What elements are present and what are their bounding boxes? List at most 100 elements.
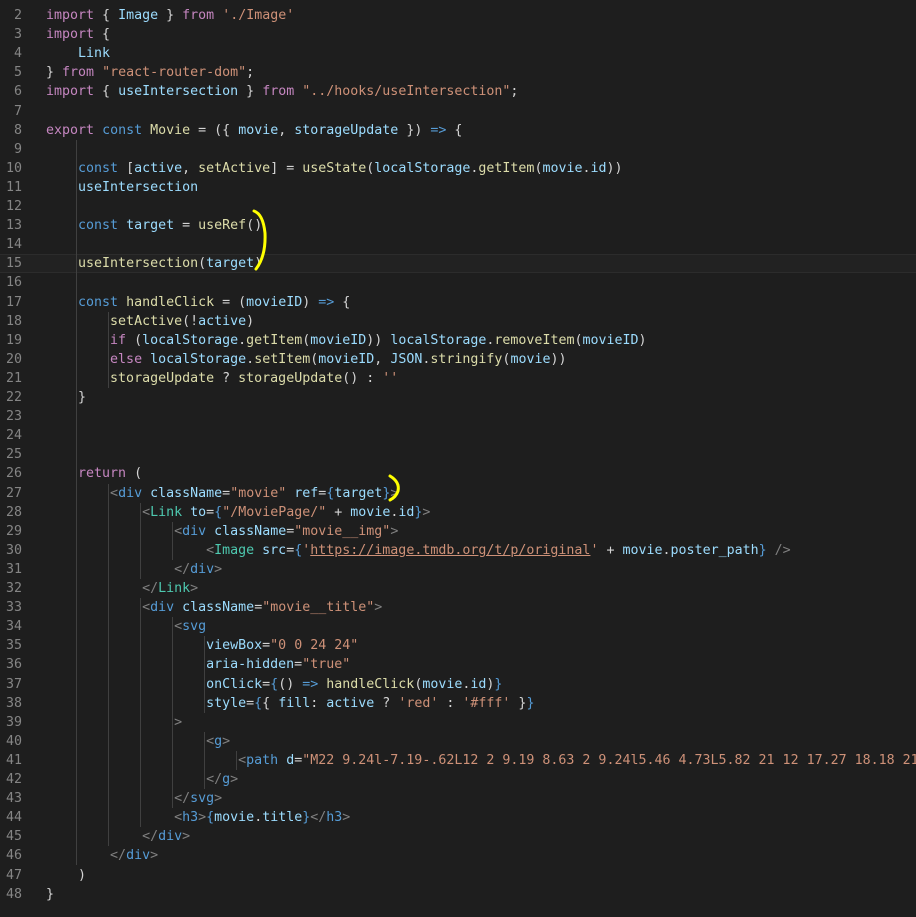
- line-number: 19: [5, 332, 22, 348]
- code-token: movie: [510, 351, 551, 367]
- line-number: 3: [13, 27, 22, 43]
- code-line[interactable]: 8 export const Movie = ({ movie, storageU…: [0, 121, 916, 140]
- code-line[interactable]: 21 storageUpdate ? storageUpdate() : '': [0, 369, 916, 388]
- code-token: ,: [374, 351, 391, 367]
- code-token: (): [278, 676, 303, 692]
- code-text: </div>: [46, 827, 190, 846]
- code-line[interactable]: 4 Link: [0, 44, 916, 63]
- code-line[interactable]: 18 setActive(!active): [0, 312, 916, 331]
- code-line[interactable]: 20 else localStorage.setItem(movieID, JS…: [0, 350, 916, 369]
- indent-guide: [76, 139, 77, 866]
- code-line[interactable]: 47 ): [0, 866, 916, 885]
- code-text: const handleClick = (movieID) => {: [46, 293, 350, 312]
- code-token: 'red': [398, 695, 439, 711]
- code-line[interactable]: 25: [0, 445, 916, 464]
- code-line[interactable]: 11 useIntersection: [0, 178, 916, 197]
- code-token: (!: [182, 313, 199, 329]
- code-line[interactable]: 13 const target = useRef(): [0, 216, 916, 235]
- code-line[interactable]: 41 <path d="M22 9.24l-7.19-.62L12 2 9.19…: [0, 751, 916, 770]
- code-text: const target = useRef(): [46, 216, 262, 235]
- code-line[interactable]: 7: [0, 102, 916, 121]
- code-line[interactable]: 6 import { useIntersection } from "../hoo…: [0, 82, 916, 101]
- code-token: >: [390, 485, 399, 501]
- code-token: from: [62, 65, 95, 81]
- code-token: "react-router-dom": [102, 65, 247, 81]
- code-line[interactable]: 22 }: [0, 388, 916, 407]
- code-line[interactable]: 27 <div className="movie" ref={target}>: [0, 484, 916, 503]
- code-line[interactable]: 35 viewBox="0 0 24 24": [0, 636, 916, 655]
- code-token: />: [774, 542, 791, 558]
- code-token: Image: [214, 542, 255, 558]
- code-line[interactable]: 36 aria-hidden="true": [0, 655, 916, 674]
- code-token: >: [222, 733, 231, 749]
- code-text: viewBox="0 0 24 24": [46, 636, 358, 655]
- code-line[interactable]: 10 const [active, setActive] = useState(…: [0, 159, 916, 178]
- code-token: .: [246, 351, 255, 367]
- code-line[interactable]: 38 style={{ fill: active ? 'red' : '#fff…: [0, 694, 916, 713]
- code-line[interactable]: 3 import {: [0, 25, 916, 44]
- code-token: import: [46, 27, 95, 43]
- line-number: 36: [5, 657, 22, 673]
- line-number: 42: [5, 772, 22, 787]
- code-token: return: [78, 466, 127, 482]
- code-line[interactable]: 2 import { Image } from './Image': [0, 6, 916, 25]
- code-line[interactable]: 26 return (: [0, 464, 916, 483]
- code-line[interactable]: 45 </div>: [0, 827, 916, 846]
- line-number: 6: [13, 84, 22, 100]
- code-line[interactable]: 23: [0, 407, 916, 426]
- code-line[interactable]: 44 <h3>{movie.title}</h3>: [0, 808, 916, 827]
- code-line[interactable]: 48}: [0, 885, 916, 904]
- code-line[interactable]: 46 </div>: [0, 846, 916, 865]
- code-token: }: [758, 542, 767, 558]
- code-token: '#fff': [462, 695, 511, 711]
- code-line[interactable]: 30 <Image src={'https://image.tmdb.org/t…: [0, 541, 916, 560]
- code-token: {: [214, 504, 223, 520]
- code-token: movieID: [582, 332, 639, 348]
- code-token: className: [182, 600, 255, 616]
- line-number: 23: [5, 409, 22, 425]
- code-token: JSON: [390, 351, 423, 367]
- code-line[interactable]: 32 </Link>: [0, 579, 916, 598]
- code-token: }: [158, 8, 183, 23]
- code-token: >: [342, 810, 351, 826]
- code-text: setActive(!active): [46, 312, 254, 331]
- code-line[interactable]: 9: [0, 140, 916, 159]
- code-line[interactable]: 12: [0, 197, 916, 216]
- code-line[interactable]: 16: [0, 273, 916, 292]
- code-line[interactable]: 34 <svg: [0, 617, 916, 636]
- code-line[interactable]: 33 <div className="movie__title">: [0, 598, 916, 617]
- code-token: +: [598, 542, 623, 558]
- code-text: import {: [46, 25, 110, 44]
- code-token: const: [102, 122, 143, 138]
- code-line[interactable]: 42 </g>: [0, 770, 916, 789]
- code-token: {: [254, 695, 263, 711]
- code-line[interactable]: 5} from "react-router-dom";: [0, 63, 916, 82]
- code-token: active: [134, 160, 183, 176]
- code-line[interactable]: 43 </svg>: [0, 789, 916, 808]
- code-line[interactable]: 24: [0, 426, 916, 445]
- code-line[interactable]: 17 const handleClick = (movieID) => {: [0, 293, 916, 312]
- indent-guide: [172, 617, 173, 809]
- code-editor[interactable]: 2 import { Image } from './Image' 3 import …: [0, 0, 916, 917]
- code-token: useIntersection: [78, 179, 199, 195]
- code-line[interactable]: 15 useIntersection(target): [0, 254, 916, 274]
- code-line[interactable]: 28 <Link to={"/MoviePage/" + movie.id}>: [0, 503, 916, 522]
- code-line[interactable]: 39 >: [0, 713, 916, 732]
- code-line[interactable]: 37 onClick={() => handleClick(movie.id)}: [0, 675, 916, 694]
- code-line[interactable]: 29 <div className="movie__img">: [0, 522, 916, 541]
- indent-guide: [236, 750, 237, 770]
- code-line[interactable]: 19 if (localStorage.getItem(movieID)) lo…: [0, 331, 916, 350]
- code-line[interactable]: 40 <g>: [0, 732, 916, 751]
- code-line[interactable]: 14: [0, 235, 916, 254]
- code-text: <Image src={'https://image.tmdb.org/t/p/…: [46, 541, 791, 560]
- code-token: id: [590, 160, 607, 176]
- code-token: path: [246, 752, 279, 768]
- code-line[interactable]: 31 </div>: [0, 560, 916, 579]
